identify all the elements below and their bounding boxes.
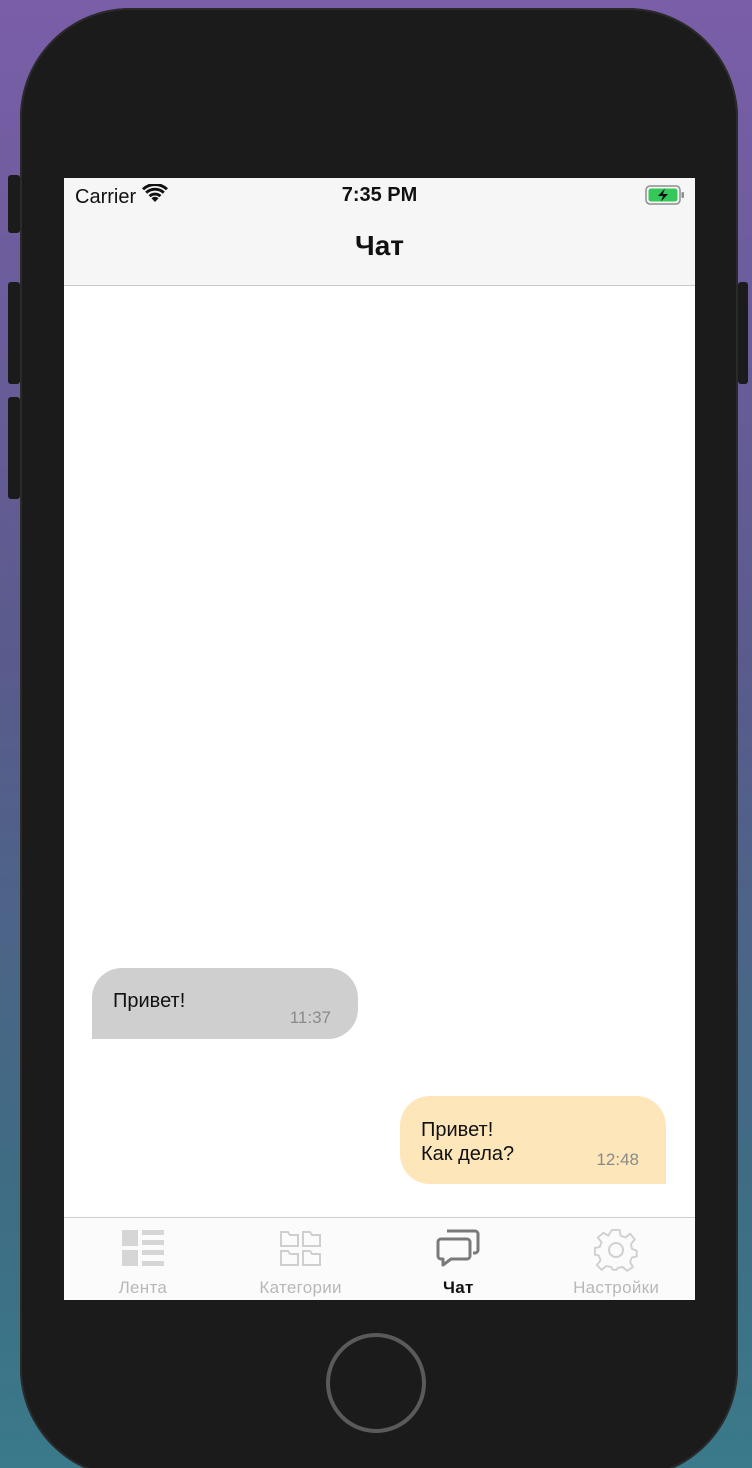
message-text-line-1: Привет! [421,1119,494,1141]
tab-bar: Лента Категории Чат Настройки [64,1217,695,1300]
app-screen: Carrier 7:35 PM Чат Привет! 11:37 Привет… [64,178,695,1300]
outgoing-message-bubble[interactable]: Привет! Как дела? 12:48 [400,1096,666,1184]
mute-switch [8,175,20,233]
volume-up-button [8,282,20,384]
status-time: 7:35 PM [341,184,418,206]
status-bar: Carrier 7:35 PM [64,178,695,214]
message-timestamp: 12:48 [596,1150,639,1169]
tab-feed[interactable]: Лента [64,1218,222,1300]
power-button [738,282,748,384]
chat-message-list[interactable]: Привет! 11:37 Привет! Как дела? 12:48 [64,286,695,1217]
tab-label: Категории [259,1278,342,1297]
tab-label: Настройки [573,1278,660,1297]
tab-settings[interactable]: Настройки [537,1218,695,1300]
message-timestamp: 11:37 [289,1008,331,1027]
tab-label: Чат [443,1278,474,1297]
chat-icon [436,1229,480,1267]
settings-gear-icon [594,1228,638,1272]
home-button[interactable] [326,1333,426,1433]
tab-categories[interactable]: Категории [222,1218,380,1300]
feed-icon [121,1230,164,1266]
page-title: Чат [355,230,404,261]
volume-down-button [8,397,20,499]
battery-charging-icon [645,185,685,205]
incoming-message-bubble[interactable]: Привет! 11:37 [92,968,358,1039]
categories-icon [279,1231,321,1266]
navigation-bar: Чат [64,214,695,286]
tab-label: Лента [118,1278,168,1297]
tab-chat[interactable]: Чат [380,1218,538,1300]
